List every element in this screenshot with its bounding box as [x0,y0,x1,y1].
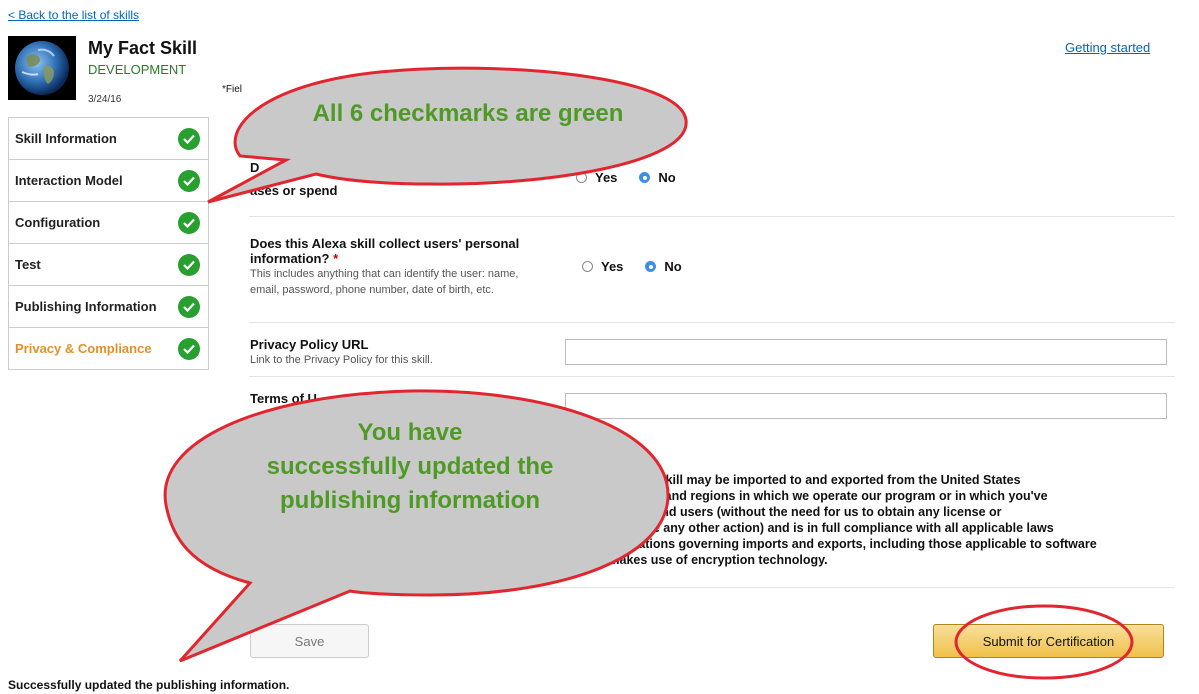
callout-checkmarks-text: All 6 checkmarks are green [312,100,624,127]
nav-item-label: Publishing Information [15,299,157,314]
q2-no-label: No [664,259,682,274]
checkmark-icon [178,337,200,360]
skill-date: 3/24/16 [88,94,122,105]
skill-thumbnail [8,36,76,100]
nav-item-publishing-information[interactable]: Publishing Information [9,286,208,328]
skill-nav: Skill Information Interaction Model Conf… [8,117,209,370]
earth-icon [8,36,76,100]
divider [249,376,1175,377]
q2-block: Does this Alexa skill collect users' per… [250,236,550,298]
privacy-policy-url-input[interactable] [565,339,1167,365]
callout-checkmarks-bubble [207,66,688,204]
callout-updated-line2: successfully updated the [266,453,554,480]
back-to-skills-link[interactable]: < Back to the list of skills [8,8,139,22]
q2-yes-radio[interactable] [582,261,593,272]
q2-yes-label: Yes [601,259,624,274]
divider [249,322,1175,323]
q2-radio-group: Yes No [582,259,682,274]
q2-no-radio[interactable] [645,261,657,272]
callout-updated-line1: You have [357,419,463,446]
nav-item-privacy-compliance[interactable]: Privacy & Compliance [9,328,208,370]
q2-title-text: Does this Alexa skill collect users' per… [250,236,520,266]
q2-title: Does this Alexa skill collect users' per… [250,236,550,266]
nav-item-label: Privacy & Compliance [15,341,152,356]
skill-name: My Fact Skill [88,38,198,58]
nav-item-label: Configuration [15,215,101,230]
getting-started-link[interactable]: Getting started [1065,40,1150,55]
nav-item-configuration[interactable]: Configuration [9,202,208,244]
checkmark-icon [178,295,200,318]
callout-updated-line3: publishing information [280,487,540,514]
skill-stage: DEVELOPMENT [88,62,187,77]
status-message: Successfully updated the publishing info… [8,678,290,692]
required-star: * [333,251,339,266]
checkmark-icon [178,169,200,192]
nav-item-skill-information[interactable]: Skill Information [9,118,208,160]
checkmark-icon [178,253,200,276]
submit-highlight-ellipse [954,604,1134,680]
privacy-policy-title: Privacy Policy URL [250,337,369,352]
nav-item-test[interactable]: Test [9,244,208,286]
divider [249,216,1175,217]
privacy-policy-block: Privacy Policy URL Link to the Privacy P… [250,337,433,368]
nav-item-label: Interaction Model [15,173,123,188]
nav-item-label: Test [15,257,41,272]
callout-updated-text: You have successfully updated the publis… [180,416,640,518]
nav-item-interaction-model[interactable]: Interaction Model [9,160,208,202]
nav-item-label: Skill Information [15,131,117,146]
checkmark-icon [178,127,200,150]
q2-help: This includes anything that can identify… [250,268,519,296]
privacy-policy-help: Link to the Privacy Policy for this skil… [250,354,433,366]
checkmark-icon [178,211,200,234]
